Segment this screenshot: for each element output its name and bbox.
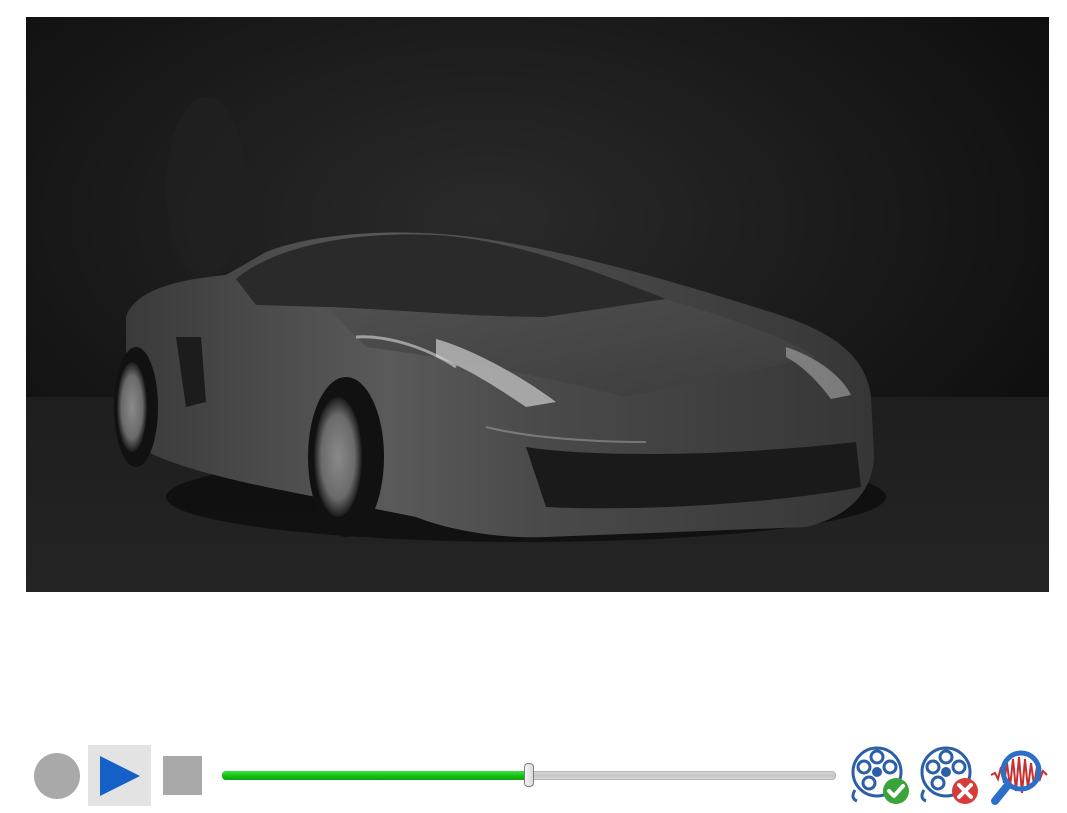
video-frame-image	[26, 17, 1049, 592]
reject-clip-button[interactable]	[918, 745, 980, 807]
record-button[interactable]	[34, 753, 80, 799]
accept-clip-button[interactable]	[849, 745, 911, 807]
film-reel-x-icon	[920, 746, 978, 804]
seek-slider[interactable]	[222, 763, 836, 787]
seek-progress-fill	[222, 771, 529, 780]
waveform-magnifier-icon	[990, 750, 1048, 805]
stop-button[interactable]	[163, 756, 202, 795]
analyze-audio-button[interactable]	[989, 745, 1051, 807]
video-display	[26, 17, 1049, 592]
play-button[interactable]	[88, 745, 151, 806]
film-reel-check-icon	[851, 746, 909, 804]
seek-thumb[interactable]	[524, 763, 534, 787]
play-icon	[100, 756, 140, 796]
playback-controls	[0, 740, 1067, 813]
